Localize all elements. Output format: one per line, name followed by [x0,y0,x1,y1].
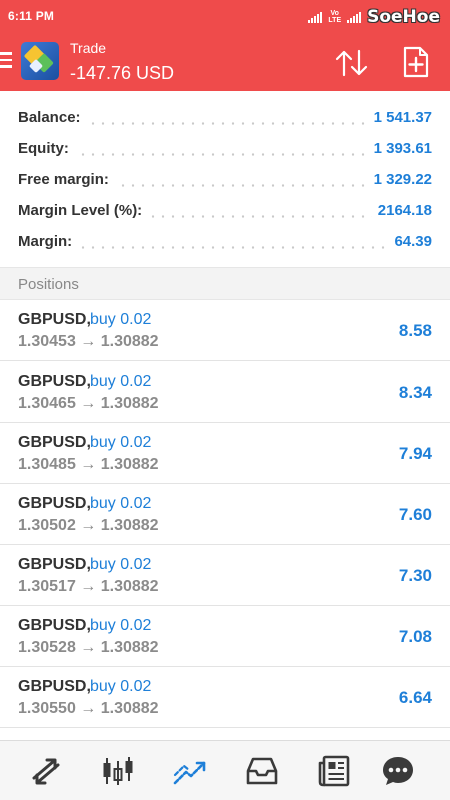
header: Trade -147.76 USD [0,32,450,91]
chat-icon[interactable] [380,753,416,789]
equity-value: 1 393.61 [367,140,432,157]
position-type: buy 0.02 [90,311,152,328]
position-row[interactable]: GBPUSD, buy 0.02 1.30465 → 1.30882 8.34 [0,362,450,423]
status-icons: Vo LTE SoeHoe [308,7,440,27]
position-symbol: GBPUSD, [18,311,91,328]
menu-icon[interactable] [0,52,12,68]
position-row[interactable]: GBPUSD, buy 0.02 1.30517 → 1.30882 7.30 [0,545,450,606]
position-symbol: GBPUSD, [18,373,91,390]
position-profit: 7.60 [398,505,432,524]
page-title: Trade [70,40,107,56]
position-profit: 8.58 [398,321,432,340]
free-margin-value: 1 329.22 [367,171,432,188]
metatrader-logo[interactable] [21,42,59,80]
balance-value: 1 541.37 [367,109,432,126]
positions-title: Positions [18,276,79,293]
lte-icon: Vo LTE [328,10,342,24]
margin-label: Margin: [18,233,79,250]
position-prices: 1.30453 → 1.30882 [18,333,159,350]
margin-value: 64.39 [388,233,432,250]
position-symbol: GBPUSD, [18,434,91,451]
position-row[interactable]: GBPUSD, buy 0.02 1.30453 → 1.30882 8.58 [0,300,450,361]
summary-row-margin-level: Margin Level (%): 2164.18 [0,195,450,226]
account-summary: Balance: 1 541.37 Equity: 1 393.61 Free … [0,91,450,267]
position-profit: 8.34 [398,383,432,402]
position-type: buy 0.02 [90,373,152,390]
signal-icon-2 [347,11,362,23]
position-symbol: GBPUSD, [18,678,91,695]
position-profit: 7.94 [398,444,432,463]
dotted-leader [18,246,432,249]
history-icon[interactable] [244,753,280,789]
position-type: buy 0.02 [90,617,152,634]
position-row[interactable]: GBPUSD, buy 0.02 1.30485 → 1.30882 7.94 [0,423,450,484]
margin-level-label: Margin Level (%): [18,202,149,219]
free-margin-label: Free margin: [18,171,115,188]
position-symbol: GBPUSD, [18,495,91,512]
news-icon[interactable] [316,753,352,789]
watermark-logo: SoeHoe [367,7,440,27]
position-prices: 1.30465 → 1.30882 [18,395,159,412]
position-row[interactable]: GBPUSD, buy 0.02 1.30528 → 1.30882 7.08 [0,606,450,667]
lte-label: LTE [328,17,342,24]
sort-icon[interactable] [335,48,369,78]
summary-row-equity: Equity: 1 393.61 [0,133,450,164]
position-symbol: GBPUSD, [18,556,91,573]
chart-icon[interactable] [100,753,136,789]
position-prices: 1.30550 → 1.30882 [18,700,159,717]
new-order-icon[interactable] [403,46,429,78]
position-type: buy 0.02 [90,434,152,451]
position-row[interactable]: GBPUSD, buy 0.02 1.30502 → 1.30882 7.60 [0,484,450,545]
quotes-icon[interactable] [28,753,64,789]
position-type: buy 0.02 [90,495,152,512]
position-profit: 6.64 [398,688,432,707]
signal-icon [308,11,323,23]
balance-label: Balance: [18,109,87,126]
equity-label: Equity: [18,140,75,157]
position-prices: 1.30502 → 1.30882 [18,517,159,534]
position-row[interactable]: GBPUSD, buy 0.02 1.30550 → 1.30882 6.64 [0,667,450,728]
position-profit: 7.30 [398,566,432,585]
summary-row-free-margin: Free margin: 1 329.22 [0,164,450,195]
summary-row-balance: Balance: 1 541.37 [0,102,450,133]
position-profit: 7.08 [398,627,432,646]
positions-list[interactable]: GBPUSD, buy 0.02 1.30453 → 1.30882 8.58 … [0,300,450,740]
status-bar: 6:11 PM Vo LTE SoeHoe [0,0,450,32]
positions-header: Positions [0,267,450,300]
position-symbol: GBPUSD, [18,617,91,634]
position-prices: 1.30517 → 1.30882 [18,578,159,595]
summary-row-margin: Margin: 64.39 [0,226,450,257]
bottom-nav [0,740,450,800]
trade-icon[interactable] [172,753,208,789]
position-prices: 1.30528 → 1.30882 [18,639,159,656]
status-time: 6:11 PM [8,9,55,23]
margin-level-value: 2164.18 [371,202,432,219]
position-prices: 1.30485 → 1.30882 [18,456,159,473]
position-type: buy 0.02 [90,678,152,695]
total-profit: -147.76 USD [70,63,175,83]
position-type: buy 0.02 [90,556,152,573]
